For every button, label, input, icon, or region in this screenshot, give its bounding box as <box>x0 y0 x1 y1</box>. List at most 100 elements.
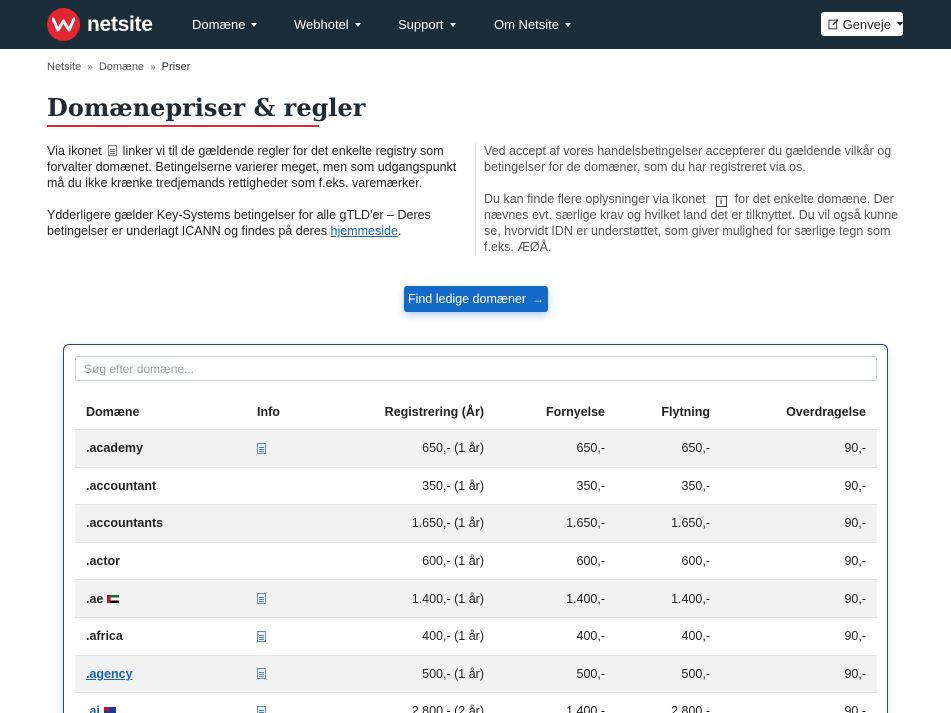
nav-label: Om Netsite <box>494 17 560 32</box>
domain-name: .actor <box>86 554 121 569</box>
table-row: .agency 500,- (1 år) 500,- 500,- 90,- <box>75 654 877 693</box>
move-price: 2.800,- <box>671 704 710 713</box>
chevron-down-icon <box>897 22 903 26</box>
breadcrumb-current: Priser <box>161 61 191 73</box>
intro-text: Du kan finde flere oplysninger via ikone… <box>484 192 706 206</box>
registry-rules-icon[interactable] <box>257 442 266 454</box>
domain-cell: .accountants <box>86 505 163 542</box>
chevron-down-icon <box>449 22 456 27</box>
intro-paragraph: Ydderligere gælder Key-Systems betingels… <box>47 207 467 239</box>
registration-price: 2.800,- (2 år) <box>411 704 484 713</box>
renewal-price: 650,- <box>576 441 606 456</box>
shortcut-label: Genveje <box>842 16 891 32</box>
find-domains-button[interactable]: Find ledige domæner → <box>404 286 548 312</box>
domain-name: .accountants <box>86 516 164 531</box>
domain-name: .accountant <box>86 478 157 493</box>
table-row: .ai 2.800,- (2 år) 1.400,- 2.800,- 90,- <box>75 692 877 713</box>
nav-support[interactable]: Support <box>398 0 456 49</box>
transfer-price: 90,- <box>844 516 866 531</box>
chevron-down-icon <box>565 22 572 27</box>
move-price: 400,- <box>681 629 711 644</box>
domain-cell: .actor <box>86 543 120 580</box>
table-row: .africa 400,- (1 år) 400,- 400,- 90,- <box>75 616 877 655</box>
move-price: 500,- <box>681 666 711 681</box>
flag-ae-icon <box>107 594 120 603</box>
domain-name[interactable]: .agency <box>86 667 133 681</box>
transfer-price: 90,- <box>844 666 866 681</box>
shortcut-button[interactable]: Genveje <box>821 12 903 36</box>
move-price: 1.650,- <box>671 516 710 531</box>
domain-cell: .ae <box>86 580 120 617</box>
move-price: 650,- <box>681 441 711 456</box>
info-cell <box>257 618 266 655</box>
page-title: Domænepriser & regler <box>47 93 366 122</box>
table-row: .ae 1.400,- (1 år) 1.400,- 1.400,- 90,- <box>75 579 877 617</box>
breadcrumb-netsite[interactable]: Netsite <box>47 61 81 73</box>
header-move: Flytning <box>661 405 710 419</box>
move-price: 350,- <box>681 478 711 493</box>
registry-rules-icon[interactable] <box>257 705 266 713</box>
renewal-price: 350,- <box>576 478 606 493</box>
nav-label: Support <box>398 17 444 32</box>
renewal-price: 1.650,- <box>566 516 605 531</box>
registry-rules-icon[interactable] <box>257 593 266 605</box>
logo-icon <box>47 8 80 41</box>
chevron-down-icon <box>251 22 258 27</box>
registration-price: 400,- (1 år) <box>422 629 484 644</box>
header-registration: Registrering (År) <box>384 405 484 419</box>
nav-om-netsite[interactable]: Om Netsite <box>494 0 572 49</box>
intro-text: Via ikonet <box>47 144 102 158</box>
chevron-down-icon <box>354 22 361 27</box>
table-body: .academy 650,- (1 år) 650,- 650,- 90,- .accou… <box>75 429 877 713</box>
table-row: .academy 650,- (1 år) 650,- 650,- 90,- <box>75 429 877 467</box>
renewal-price: 1.400,- <box>566 704 605 713</box>
breadcrumb-separator-icon: » <box>87 61 93 73</box>
table-header: Domæne Info Registrering (År) Fornyelse … <box>75 395 877 429</box>
transfer-price: 90,- <box>844 441 866 456</box>
nav-label: Domæne <box>192 17 246 32</box>
domain-name: .africa <box>86 629 123 644</box>
domain-name: .ae <box>86 591 104 606</box>
registration-price: 650,- (1 år) <box>422 441 484 456</box>
transfer-price: 90,- <box>844 478 866 493</box>
renewal-price: 1.400,- <box>566 591 605 606</box>
table-row: .accountant 350,- (1 år) 350,- 350,- 90,- <box>75 466 877 505</box>
intro-paragraph: Via ikonet linker vi til de gældende regl… <box>47 143 467 191</box>
registration-price: 1.400,- (1 år) <box>411 591 484 606</box>
domain-name[interactable]: .ai <box>86 704 100 713</box>
nav-webhotel[interactable]: Webhotel <box>294 0 361 49</box>
intro-right: Ved accept af vores handelsbetingelser a… <box>484 143 904 271</box>
info-cell <box>257 430 266 467</box>
registration-price: 1.650,- (1 år) <box>411 516 484 531</box>
registration-price: 500,- (1 år) <box>422 666 484 681</box>
breadcrumb-separator-icon: » <box>150 61 156 73</box>
intro-left: Via ikonet linker vi til de gældende regl… <box>47 143 467 255</box>
homepage-link[interactable]: hjemmeside <box>331 224 398 238</box>
domain-cell: .academy <box>86 430 143 467</box>
domain-cell[interactable]: .ai <box>86 693 116 713</box>
domain-cell[interactable]: .agency <box>86 656 133 693</box>
logo[interactable]: netsite <box>47 8 153 41</box>
registration-price: 350,- (1 år) <box>422 478 484 493</box>
renewal-price: 400,- <box>576 629 606 644</box>
intro-paragraph: Ved accept af vores handelsbetingelser a… <box>484 144 892 174</box>
breadcrumb: Netsite » Domæne » Priser <box>47 61 190 73</box>
registry-rules-icon[interactable] <box>257 668 266 680</box>
registry-rules-icon[interactable] <box>257 630 266 642</box>
nav-domaene[interactable]: Domæne <box>192 0 258 49</box>
cta-label: Find ledige domæner <box>407 292 527 306</box>
info-icon: i <box>715 196 727 207</box>
domain-cell: .accountant <box>86 468 156 505</box>
intro-text: . <box>397 224 402 238</box>
domain-search-input[interactable] <box>75 356 877 381</box>
transfer-price: 90,- <box>844 704 866 713</box>
document-icon <box>107 145 117 156</box>
info-cell <box>257 693 266 713</box>
renewal-price: 500,- <box>576 666 606 681</box>
arrow-right-icon: → <box>532 292 545 306</box>
breadcrumb-domaene[interactable]: Domæne <box>99 61 144 73</box>
transfer-price: 90,- <box>844 591 866 606</box>
transfer-price: 90,- <box>844 554 866 569</box>
edit-icon <box>828 19 839 30</box>
move-price: 600,- <box>681 554 711 569</box>
